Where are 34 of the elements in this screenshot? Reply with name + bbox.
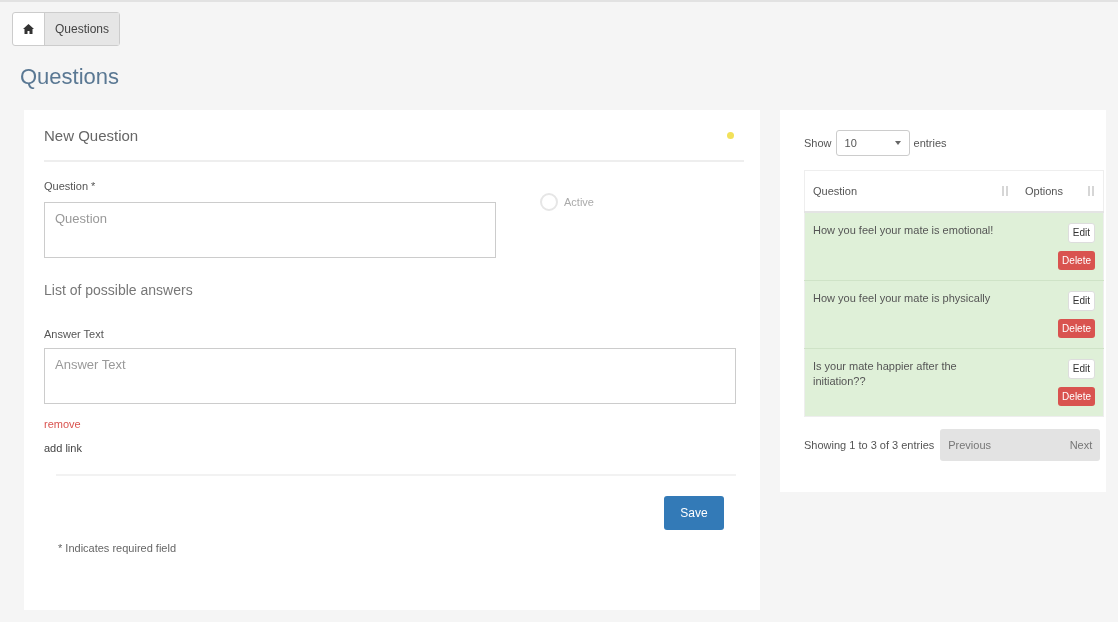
question-field[interactable]: Question bbox=[44, 202, 496, 258]
next-button[interactable]: Next bbox=[1069, 439, 1093, 451]
show-label: Show bbox=[804, 137, 832, 149]
remove-link[interactable]: remove bbox=[44, 418, 744, 430]
delete-button[interactable]: Delete bbox=[1058, 250, 1095, 270]
previous-button[interactable]: Previous bbox=[948, 439, 992, 451]
edit-button[interactable]: Edit bbox=[1067, 359, 1095, 379]
delete-button[interactable]: Delete bbox=[1058, 386, 1095, 406]
table-info: Showing 1 to 3 of 3 entries bbox=[804, 439, 935, 451]
active-checkbox[interactable] bbox=[540, 193, 558, 211]
entries-label: entries bbox=[913, 137, 947, 149]
footnote: * Indicates required field bbox=[58, 542, 177, 554]
page-title: Questions bbox=[20, 64, 121, 90]
edit-button[interactable]: Edit bbox=[1067, 291, 1095, 311]
answer-field[interactable]: Answer Text bbox=[44, 348, 736, 404]
sort-icon[interactable] bbox=[1001, 185, 1009, 197]
edit-button[interactable]: Edit bbox=[1067, 223, 1095, 243]
checkbox-label: Active bbox=[564, 196, 594, 208]
field-label: Question * bbox=[44, 180, 97, 192]
home-icon bbox=[23, 24, 34, 34]
breadcrumb-item[interactable]: Questions bbox=[44, 13, 120, 45]
table-cell: How you feel your mate is emotional! bbox=[804, 212, 1017, 281]
caret-icon bbox=[894, 141, 901, 145]
table-cell: Is your mate happier after the initiation?? bbox=[804, 348, 1017, 417]
sort-icon[interactable] bbox=[1087, 185, 1095, 197]
field-label: Answer Text bbox=[44, 328, 105, 340]
page-size-select[interactable]: 10 bbox=[835, 130, 910, 156]
save-button[interactable]: Save bbox=[664, 496, 724, 530]
delete-button[interactable]: Delete bbox=[1058, 318, 1095, 338]
status-dot bbox=[727, 131, 734, 139]
table-cell: How you feel your mate is physically bbox=[804, 280, 1017, 349]
panel-title: New Question bbox=[44, 126, 139, 144]
add-link[interactable]: add link bbox=[44, 442, 744, 454]
section-heading: List of possible answers bbox=[44, 282, 194, 298]
